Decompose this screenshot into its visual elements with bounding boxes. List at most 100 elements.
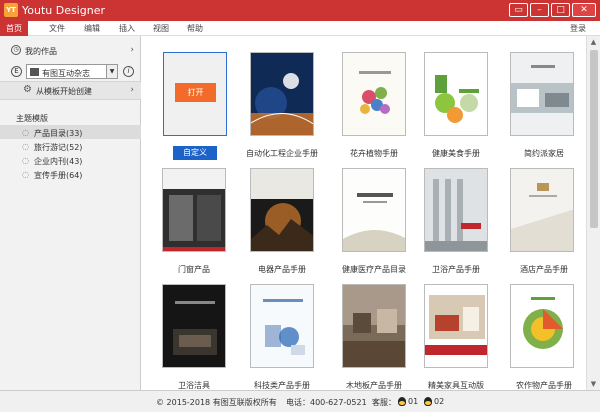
template-caption: 精美家具互动版	[428, 381, 484, 390]
login-link[interactable]: 登录	[570, 23, 586, 34]
scrollbar-thumb[interactable]	[590, 50, 598, 228]
magazine-select[interactable]: 有图互动杂志 ▼	[26, 64, 118, 79]
template-caption: 农作物产品手册	[516, 381, 572, 390]
template-thumbnail	[424, 168, 488, 252]
cover-graphic	[523, 297, 563, 349]
template-thumbnail	[250, 52, 314, 136]
qq-number[interactable]: 02	[434, 397, 444, 406]
template-category-label: 旅行游记(52)	[34, 143, 83, 152]
template-category-item[interactable]: ◌ 企业内刊(43)	[0, 153, 141, 167]
template-thumbnail	[342, 52, 406, 136]
cover-graphic	[359, 71, 391, 114]
cover-graphic	[173, 301, 217, 355]
menu-bar: 首页 文件 编辑 插入 视图 帮助 登录	[0, 21, 600, 36]
magazine-selector-row: E 有图互动杂志 ▼ i	[8, 64, 134, 80]
sidebar: ◷ 我的作品 › E 有图互动杂志 ▼ i ⚙ 从模板开始创建 › 主题模版 ◌…	[0, 36, 141, 390]
template-caption: 门窗产品	[178, 265, 210, 274]
template-category-label: 产品目录(33)	[34, 129, 83, 138]
minimize-button[interactable]: –	[530, 3, 549, 17]
cover-graphic	[251, 169, 313, 251]
menu-help[interactable]: 帮助	[187, 23, 203, 34]
scroll-down-icon[interactable]: ▼	[589, 380, 598, 388]
title-bar: YT Youtu Designer ▭ – □ ✕	[0, 0, 600, 21]
chevron-right-icon: ›	[130, 85, 134, 95]
template-caption: 健康医疗产品目录	[342, 265, 406, 274]
template-caption: 卫浴洁具	[178, 381, 210, 390]
cover-graphic	[343, 285, 405, 367]
create-from-template-label: 从模板开始创建	[36, 87, 92, 96]
gear-icon: ⚙	[23, 84, 32, 95]
status-bar: © 2015-2018 有图互联版权所有 电话：400-627-0521 客服：…	[0, 390, 600, 412]
create-from-template-button[interactable]: ⚙ 从模板开始创建 ›	[0, 82, 141, 99]
template-thumbnail	[424, 52, 488, 136]
copyright-text: © 2015-2018 有图互联版权所有	[156, 398, 277, 407]
chevron-right-icon: ›	[130, 45, 134, 55]
template-thumbnail	[162, 168, 226, 252]
phone-text: 电话：400-627-0521	[286, 398, 367, 407]
menu-home[interactable]: 首页	[0, 21, 28, 36]
cover-graphic	[511, 65, 573, 113]
custom-button[interactable]: 自定义	[173, 146, 217, 160]
info-icon[interactable]: i	[123, 66, 134, 77]
open-button[interactable]: 打开	[175, 83, 216, 102]
cover-graphic	[425, 179, 487, 251]
menu-insert[interactable]: 插入	[119, 23, 135, 34]
template-thumbnail	[510, 168, 574, 252]
magazine-select-value: 有图互动杂志	[42, 69, 90, 78]
template-thumbnail	[162, 284, 226, 368]
custom-thumbnail: 打开	[163, 52, 227, 136]
tag-icon: ◌	[22, 128, 29, 137]
template-section-title: 主题模版	[16, 114, 48, 123]
template-category-item[interactable]: ◌ 旅行游记(52)	[0, 139, 141, 153]
template-caption: 卫浴产品手册	[432, 265, 480, 274]
cover-graphic	[343, 193, 405, 251]
template-grid: 打开 自定义 自动化工程企业手册 花卉植物手册 健康美食手册 简约派家居 门窗产…	[142, 36, 586, 390]
template-thumbnail	[510, 284, 574, 368]
template-category-item[interactable]: ◌ 宣传手册(64)	[0, 167, 141, 181]
template-caption: 酒店产品手册	[520, 265, 568, 274]
window-title: Youtu Designer	[22, 4, 106, 17]
menu-edit[interactable]: 编辑	[84, 23, 100, 34]
template-caption: 健康美食手册	[432, 149, 480, 158]
close-button[interactable]: ✕	[572, 3, 596, 17]
template-thumbnail	[510, 52, 574, 136]
sidebar-divider	[0, 99, 141, 100]
book-icon	[30, 68, 39, 76]
cover-graphic	[511, 183, 573, 251]
chevron-down-icon[interactable]: ▼	[106, 65, 117, 78]
sidebar-item-my-works[interactable]: ◷ 我的作品 ›	[0, 42, 141, 59]
scroll-up-icon[interactable]: ▲	[589, 38, 598, 46]
cover-graphic	[425, 295, 487, 355]
template-caption: 自动化工程企业手册	[246, 149, 318, 158]
qq-icon[interactable]	[398, 397, 406, 406]
template-thumbnail	[424, 284, 488, 368]
skin-button[interactable]: ▭	[509, 3, 528, 17]
template-caption: 科技类产品手册	[254, 381, 310, 390]
template-caption: 简约派家居	[524, 149, 564, 158]
template-thumbnail	[342, 284, 406, 368]
template-caption: 木地板产品手册	[346, 381, 402, 390]
maximize-button[interactable]: □	[551, 3, 570, 17]
window-controls: ▭ – □ ✕	[509, 3, 596, 17]
cover-graphic	[263, 299, 305, 355]
template-category-label: 企业内刊(43)	[34, 157, 83, 166]
app-logo: YT	[4, 3, 18, 17]
menu-view[interactable]: 视图	[153, 23, 169, 34]
template-caption: 花卉植物手册	[350, 149, 398, 158]
tag-icon: ◌	[22, 142, 29, 151]
template-category-item[interactable]: ◌ 产品目录(33)	[0, 125, 141, 139]
menu-file[interactable]: 文件	[49, 23, 65, 34]
vertical-scrollbar[interactable]: ▲ ▼	[586, 36, 600, 390]
qq-number[interactable]: 01	[408, 397, 418, 406]
qq-icon[interactable]	[424, 397, 432, 406]
cover-graphic	[163, 169, 225, 251]
template-caption: 电器产品手册	[258, 265, 306, 274]
template-category-label: 宣传手册(64)	[34, 171, 83, 180]
tag-icon: ◌	[22, 156, 29, 165]
tag-icon: ◌	[22, 170, 29, 179]
template-thumbnail	[250, 168, 314, 252]
e-circle-icon: E	[11, 66, 22, 77]
clock-icon: ◷	[11, 45, 21, 55]
sidebar-item-label: 我的作品	[25, 47, 57, 56]
cover-graphic	[435, 75, 479, 123]
